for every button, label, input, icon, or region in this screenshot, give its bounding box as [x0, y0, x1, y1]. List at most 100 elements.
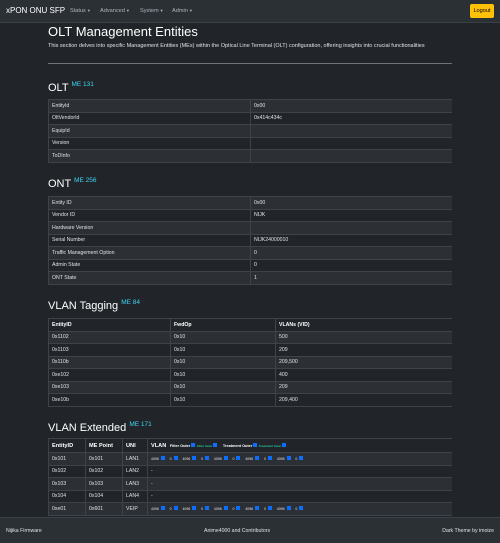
vlan-tagging-title: VLAN Tagging [48, 300, 119, 312]
nav-admin[interactable]: Admin▼ [172, 8, 193, 14]
vlan-value: 0 [201, 506, 204, 511]
vlan-value: 4096 [213, 506, 222, 511]
table-row: Admin State 0 [48, 258, 452, 272]
field-label: Serial Number [48, 233, 251, 247]
entity-id: 0x102 [48, 464, 86, 478]
uni: LAN2 [122, 464, 148, 478]
field-value: 0x00 [250, 196, 452, 210]
table-row: 0x110b 0x10 209,500 [48, 355, 452, 369]
field-label: Vendor ID [48, 208, 251, 222]
entity-id: 0xe10b [48, 393, 171, 407]
me-point: 0x103 [85, 477, 123, 491]
table-row: EquipId [48, 124, 452, 138]
field-value [250, 124, 452, 138]
vlan-values: - [147, 477, 452, 491]
vlan-value: 4096 [213, 456, 222, 461]
vlan-value: 0 [169, 456, 172, 461]
table-row: 0x101 0x101 LAN1 4096 · 0 · 4096 · 0 · 4096 · 0 · 4096 ·… [48, 452, 452, 466]
logout-button[interactable]: Logout [470, 4, 494, 18]
separator: · [209, 457, 210, 461]
vlan-header-label: VLAN [151, 442, 167, 449]
chevron-down-icon: ▼ [86, 8, 91, 13]
vlan-value: 0 [201, 456, 204, 461]
field-value: 0 [250, 258, 452, 272]
vlan-value: 0 [232, 506, 235, 511]
vlan-value: 4096 [276, 456, 285, 461]
separator: · [164, 457, 166, 461]
footer: Nijika Firmware Anime4000 and Contributo… [0, 517, 500, 543]
vlan-value: 4096 [151, 456, 159, 461]
entity-id: 0xe01 [48, 502, 86, 516]
vlan-value: 4096 [245, 506, 254, 511]
table-row: ONT State 1 [48, 271, 452, 285]
page-title: OLT Management Entities [48, 24, 198, 39]
value-marker-icon [286, 506, 291, 511]
vlan-extended-title: VLAN Extended [48, 422, 127, 434]
ont-title: ONT [48, 178, 72, 190]
vlans: 209,500 [275, 355, 452, 369]
table-row: 0xe01 0x601 VEIP 4096 · 0 · 4096 · 0 · 4096 · 0 · 4096 ·… [48, 502, 452, 516]
vlans: 209,400 [275, 393, 452, 407]
vlan-tagging-table: EntityID FwdOp VLANs (VID) 0x1102 0x10 500… [48, 318, 452, 407]
fwd-op: 0x10 [170, 330, 276, 344]
separator: · [227, 457, 229, 461]
field-label: EntityId [48, 99, 251, 113]
info-icon [191, 443, 196, 448]
fwd-op: 0x10 [170, 380, 276, 394]
info-icon [253, 443, 258, 448]
table-row: 0xe103 0x10 209 [48, 380, 452, 394]
fwd-op: 0x10 [170, 393, 276, 407]
vlan-value: 4096 [182, 456, 191, 461]
vlan-value: 0 [263, 456, 266, 461]
field-label: Version [48, 136, 251, 150]
olt-section-title: OLT ME 131 [48, 81, 94, 94]
olt-me-badge: ME 131 [71, 81, 94, 88]
vlan-value: 0 [169, 506, 172, 511]
ont-section-title: ONT ME 256 [48, 177, 97, 190]
nav-system[interactable]: System▼ [140, 8, 164, 14]
separator: · [196, 507, 198, 511]
vlan-value: 4096 [276, 506, 285, 511]
fwd-op: 0x10 [170, 343, 276, 357]
footer-left: Nijika Firmware [6, 528, 42, 534]
separator: · [303, 507, 305, 511]
main-content: OLT Management Entities This section del… [48, 22, 452, 517]
vlan-extended-section-title: VLAN Extended ME 171 [48, 421, 152, 434]
vlan-value: 0 [295, 506, 298, 511]
vlan-extended-me-badge: ME 171 [129, 421, 152, 428]
separator: · [240, 457, 242, 461]
table-row: Serial Number NIJK24000010 [48, 233, 452, 247]
separator: · [240, 507, 242, 511]
field-label: ONT State [48, 271, 251, 285]
separator: · [290, 507, 292, 511]
footer-right: Dark Theme by imoize [442, 528, 494, 534]
vlan-values: - [147, 489, 452, 503]
field-label: OltVendorId [48, 111, 251, 125]
separator: · [227, 507, 229, 511]
field-label: EquipId [48, 124, 251, 138]
chevron-down-icon: ▼ [188, 8, 193, 13]
nav-advanced[interactable]: Advanced▼ [100, 8, 130, 14]
vlan-tagging-section-title: VLAN Tagging ME 84 [48, 299, 140, 312]
olt-table: EntityId 0x00 OltVendorId 0x414c434c EquipId… [48, 99, 452, 163]
col-entityid: EntityID [48, 318, 171, 332]
field-value [250, 136, 452, 150]
me-point: 0x104 [85, 489, 123, 503]
field-value: 0x00 [250, 99, 452, 113]
separator: · [290, 457, 292, 461]
value-marker-icon [286, 456, 291, 461]
entity-id: 0x1103 [48, 343, 171, 357]
treatment-outer-label: Treatment Outer [222, 443, 253, 448]
info-icon [282, 443, 287, 448]
field-label: Entity ID [48, 196, 251, 210]
separator: · [196, 457, 198, 461]
separator: · [271, 507, 273, 511]
info-icon [213, 443, 218, 448]
col-uni: UNI [122, 438, 148, 453]
vlan-values: - [147, 464, 452, 478]
field-value [250, 221, 452, 235]
nav-status[interactable]: Status▼ [70, 8, 91, 14]
vlan-value: 0 [263, 506, 266, 511]
brand[interactable]: xPON ONU SFP [6, 6, 65, 15]
entity-id: 0xe102 [48, 368, 171, 382]
